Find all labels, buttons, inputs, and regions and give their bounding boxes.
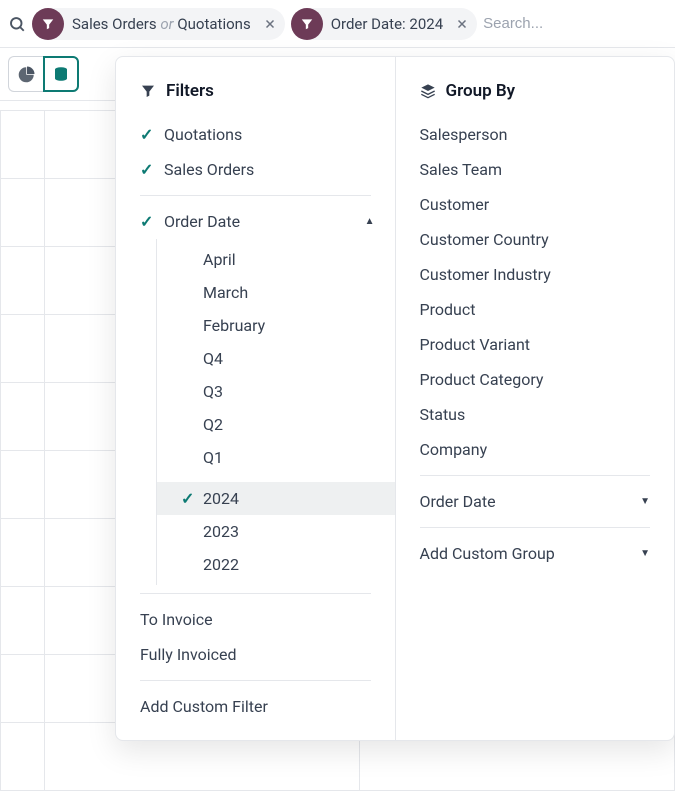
check-icon: ✓ xyxy=(140,125,154,144)
group-item-order-date[interactable]: Order Date ▼ xyxy=(396,484,675,519)
group-item-product[interactable]: Product xyxy=(396,292,675,327)
pivot-view-button[interactable] xyxy=(43,56,79,92)
filter-label: Quotations xyxy=(164,125,242,144)
search-dropdown-panel: Filters ✓ Quotations ✓ Sales Orders ✓ Or… xyxy=(115,56,675,741)
group-item-product-variant[interactable]: Product Variant xyxy=(396,327,675,362)
layers-icon xyxy=(420,83,436,99)
period-option[interactable]: March xyxy=(157,276,395,309)
caret-down-icon: ▼ xyxy=(640,548,650,559)
add-custom-filter[interactable]: Add Custom Filter xyxy=(116,689,395,724)
funnel-icon xyxy=(140,83,156,99)
year-option-2022[interactable]: 2022 xyxy=(157,548,395,581)
period-option[interactable]: Q2 xyxy=(157,408,395,441)
filter-label: Sales Orders xyxy=(164,160,254,179)
filter-item-order-date[interactable]: ✓ Order Date ▲ xyxy=(116,204,395,239)
filter-item-quotations[interactable]: ✓ Quotations xyxy=(116,117,395,152)
funnel-icon xyxy=(32,8,64,40)
check-icon: ✓ xyxy=(140,212,154,231)
chart-view-button[interactable] xyxy=(8,56,44,92)
divider xyxy=(140,593,371,594)
group-item-status[interactable]: Status xyxy=(396,397,675,432)
period-option[interactable]: Q1 xyxy=(157,441,395,474)
funnel-icon xyxy=(291,8,323,40)
filters-column: Filters ✓ Quotations ✓ Sales Orders ✓ Or… xyxy=(116,57,396,740)
filter-item-to-invoice[interactable]: To Invoice xyxy=(116,602,395,637)
period-option[interactable]: February xyxy=(157,309,395,342)
divider xyxy=(420,475,651,476)
filter-tag-order-date: Order Date: 2024 xyxy=(291,8,477,40)
divider xyxy=(420,527,651,528)
period-option[interactable]: April xyxy=(157,243,395,276)
group-item-customer-industry[interactable]: Customer Industry xyxy=(396,257,675,292)
group-item-customer-country[interactable]: Customer Country xyxy=(396,222,675,257)
group-item-sales-team[interactable]: Sales Team xyxy=(396,152,675,187)
filter-label: Order Date xyxy=(164,212,240,231)
check-icon: ✓ xyxy=(140,160,154,179)
group-item-company[interactable]: Company xyxy=(396,432,675,467)
group-item-product-category[interactable]: Product Category xyxy=(396,362,675,397)
divider xyxy=(140,195,371,196)
close-icon[interactable] xyxy=(451,13,473,35)
close-icon[interactable] xyxy=(259,13,281,35)
search-icon xyxy=(8,15,26,33)
year-option-2023[interactable]: 2023 xyxy=(157,515,395,548)
caret-up-icon: ▲ xyxy=(365,216,375,227)
period-option[interactable]: Q3 xyxy=(157,375,395,408)
add-custom-group[interactable]: Add Custom Group ▼ xyxy=(396,536,675,571)
divider xyxy=(140,680,371,681)
period-option[interactable]: Q4 xyxy=(157,342,395,375)
filter-item-sales-orders[interactable]: ✓ Sales Orders xyxy=(116,152,395,187)
filter-tag-label: Sales Orders or Quotations xyxy=(68,15,255,33)
filter-tag-sales-quotations: Sales Orders or Quotations xyxy=(32,8,285,40)
database-icon xyxy=(52,65,70,83)
pie-chart-icon xyxy=(18,65,36,83)
search-input[interactable] xyxy=(483,15,667,32)
caret-down-icon: ▼ xyxy=(640,496,650,507)
order-date-sublist: April March February Q4 Q3 Q2 Q1 ✓ 2024 … xyxy=(156,239,395,585)
group-item-customer[interactable]: Customer xyxy=(396,187,675,222)
filter-tag-label: Order Date: 2024 xyxy=(327,15,447,33)
search-bar: Sales Orders or Quotations Order Date: 2… xyxy=(0,0,675,48)
group-by-header: Group By xyxy=(396,73,675,117)
group-item-salesperson[interactable]: Salesperson xyxy=(396,117,675,152)
check-icon: ✓ xyxy=(181,489,195,508)
year-option-2024[interactable]: ✓ 2024 xyxy=(157,482,395,515)
filter-item-fully-invoiced[interactable]: Fully Invoiced xyxy=(116,637,395,672)
filters-header: Filters xyxy=(116,73,395,117)
group-by-column: Group By Salesperson Sales Team Customer… xyxy=(396,57,675,740)
